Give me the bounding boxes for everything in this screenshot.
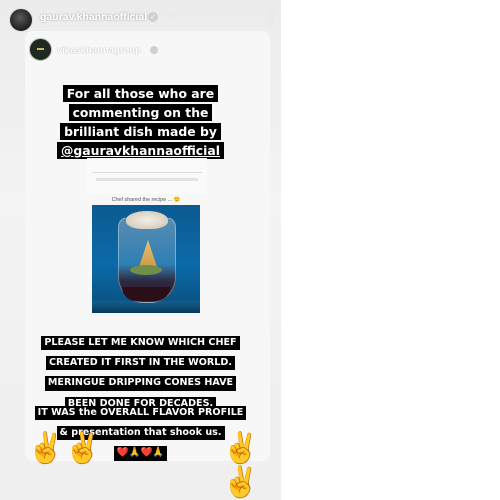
table-surface (92, 301, 200, 313)
placeholder-line (96, 178, 198, 181)
victory-hand-icon-right: ✌️✌️ (222, 431, 260, 500)
more-options-icon[interactable]: · · · (270, 6, 276, 30)
shared-post-avatar[interactable] (29, 38, 52, 61)
caption-line: commenting on the (68, 104, 213, 121)
story-viewer[interactable]: gaurav.khannaofficial ✓ 5h · · · vikaskhan… (0, 0, 281, 500)
photo-caption: Chef shared the recipe ... 🙂 (111, 197, 181, 203)
divider (92, 172, 202, 173)
story-username[interactable]: gaurav.khannaofficial (40, 11, 147, 23)
caption-overlay-bottom: PLEASE LET ME KNOW WHICH CHEF CREATED IT… (0, 330, 281, 411)
caption-line: MERINGUE DRIPPING CONES HAVE (44, 376, 237, 391)
caption-line: IT WAS the OVERALL FLAVOR PROFILE (34, 406, 247, 421)
caption-line: For all those who are (62, 85, 219, 102)
mention-link[interactable]: @gauravkhannaofficial (57, 142, 224, 159)
caption-line: PLEASE LET ME KNOW WHICH CHEF (41, 336, 240, 351)
dessert-base (122, 287, 170, 301)
garnish (130, 265, 162, 275)
meringue-topping (126, 211, 168, 229)
caption-line: brilliant dish made by (60, 123, 221, 140)
avatar[interactable] (9, 8, 33, 32)
inner-post-preview (87, 158, 207, 194)
verified-badge-icon: ✓ (148, 12, 158, 22)
victory-hand-icon-left: ✌️✌️ (27, 431, 102, 466)
verified-badge-icon (150, 46, 158, 54)
dish-photo[interactable] (92, 205, 200, 313)
emoji-line: ❤️🙏❤️🙏 (113, 446, 168, 461)
shared-post-username[interactable]: vikaskhannagroup (57, 45, 141, 56)
story-timestamp: 5h (165, 11, 177, 22)
caption-overlay-top: For all those who are commenting on the … (0, 83, 281, 159)
caption-line: CREATED IT FIRST IN THE WORLD. (45, 356, 236, 371)
